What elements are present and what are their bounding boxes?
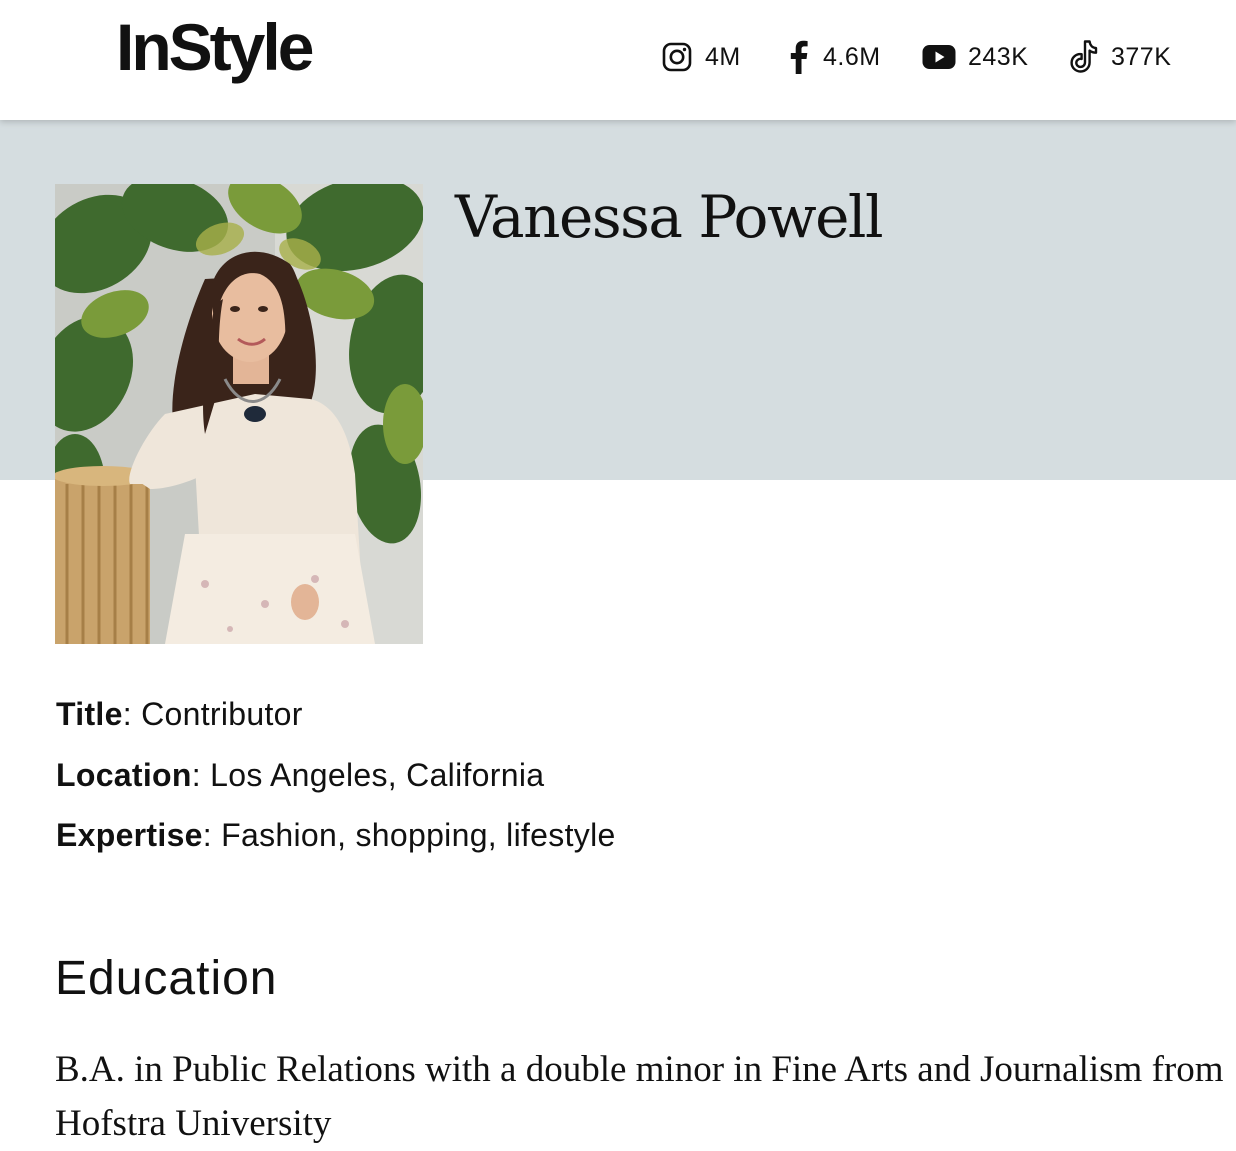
tiktok-icon [1069,40,1099,74]
youtube-icon [922,44,956,70]
youtube-count: 243K [968,42,1029,71]
instyle-logo[interactable]: InStyle [116,14,314,80]
colon: : [191,756,211,793]
title-value: Contributor [141,696,303,732]
colon: : [122,696,142,732]
tiktok-link[interactable]: 377K [1069,38,1171,76]
author-info: Title: Contributor Location: Los Angeles… [56,692,616,874]
youtube-link[interactable]: 243K [922,38,1028,76]
colon: : [202,817,222,853]
education-heading: Education [55,952,278,1005]
location-row: Location: Los Angeles, California [56,753,616,797]
expertise-row: Expertise: Fashion, shopping, lifestyle [56,813,616,857]
title-row: Title: Contributor [56,692,616,736]
instagram-link[interactable]: 4M [661,38,741,76]
instagram-count: 4M [705,42,741,71]
tiktok-count: 377K [1111,42,1172,71]
site-header: InStyle 4M 4.6M 243K 377K [0,0,1236,120]
location-value: Los Angeles, California [210,756,545,793]
author-photo [55,184,423,644]
author-name: Vanessa Powell [455,183,884,251]
facebook-link[interactable]: 4.6M [785,38,881,76]
expertise-label: Expertise [56,817,203,853]
education-text: B.A. in Public Relations with a double m… [55,1049,1224,1144]
location-label: Location [56,756,192,793]
instagram-icon [661,41,693,73]
facebook-count: 4.6M [823,42,881,71]
facebook-icon [785,40,811,74]
title-label: Title [56,696,123,732]
expertise-value: Fashion, shopping, lifestyle [221,817,616,853]
